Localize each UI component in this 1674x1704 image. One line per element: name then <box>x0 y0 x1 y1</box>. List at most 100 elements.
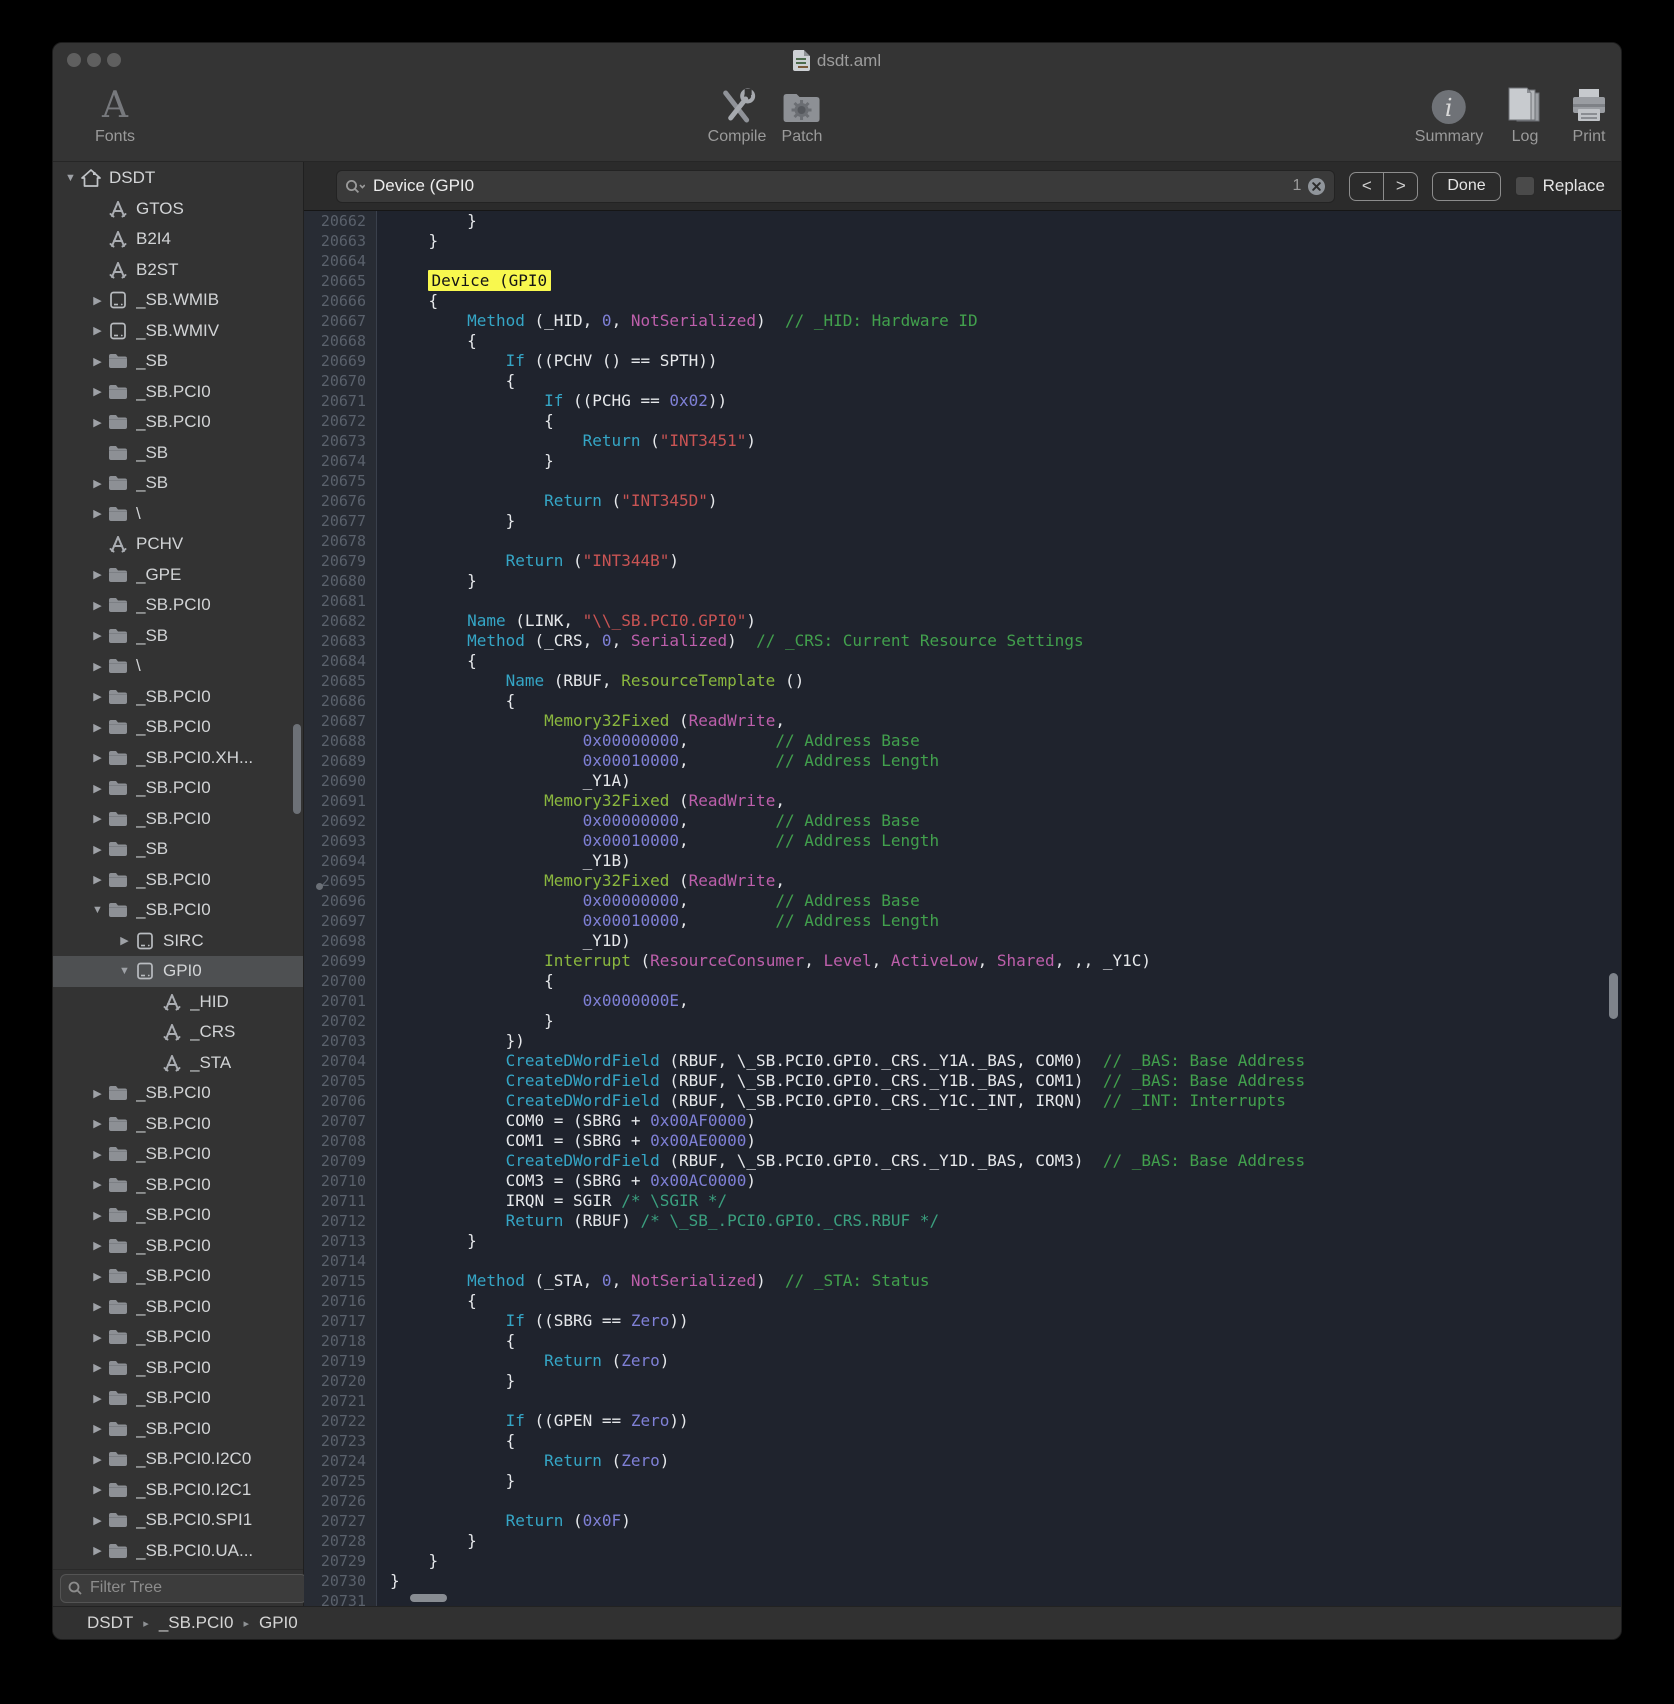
tree-item-_sb-pci0[interactable]: ▶_SB.PCI0 <box>53 1292 303 1323</box>
disclosure-triangle-icon[interactable]: ▶ <box>88 1209 107 1222</box>
code-line[interactable]: 20705 CreateDWordField (RBUF, \_SB.PCI0.… <box>304 1071 1621 1091</box>
code-line[interactable]: 20704 CreateDWordField (RBUF, \_SB.PCI0.… <box>304 1051 1621 1071</box>
fonts-button[interactable]: A Fonts <box>95 85 135 146</box>
disclosure-triangle-icon[interactable]: ▶ <box>88 599 107 612</box>
editor-vertical-scrollbar[interactable] <box>1609 973 1618 1019</box>
code-line[interactable]: 20664 <box>304 251 1621 271</box>
code-line[interactable]: 20722 If ((GPEN == Zero)) <box>304 1411 1621 1431</box>
code-line[interactable]: 20706 CreateDWordField (RBUF, \_SB.PCI0.… <box>304 1091 1621 1111</box>
tree-item-_sb-wmib[interactable]: ▶_SB.WMIB <box>53 285 303 316</box>
breadcrumb-item-_sb-pci0[interactable]: _SB.PCI0 <box>159 1613 234 1633</box>
disclosure-triangle-icon[interactable]: ▶ <box>88 1331 107 1344</box>
code-line[interactable]: 20707 COM0 = (SBRG + 0x00AF0000) <box>304 1111 1621 1131</box>
disclosure-triangle-icon[interactable]: ▶ <box>88 812 107 825</box>
code-line[interactable]: 20667 Method (_HID, 0, NotSerialized) //… <box>304 311 1621 331</box>
code-line[interactable]: 20686 { <box>304 691 1621 711</box>
find-previous-button[interactable]: < <box>1350 173 1384 200</box>
disclosure-triangle-icon[interactable]: ▶ <box>88 1300 107 1313</box>
code-line[interactable]: 20716 { <box>304 1291 1621 1311</box>
tree-item-gpi0[interactable]: ▼GPI0 <box>53 956 303 987</box>
tree-item-_sb-pci0[interactable]: ▶_SB.PCI0 <box>53 1200 303 1231</box>
tree-item-_sb-pci0[interactable]: ▶_SB.PCI0 <box>53 682 303 713</box>
disclosure-triangle-icon[interactable]: ▶ <box>88 385 107 398</box>
tree-item-_sb-pci0[interactable]: ▶_SB.PCI0 <box>53 1078 303 1109</box>
code-line[interactable]: 20663 } <box>304 231 1621 251</box>
tree-item-b2i4[interactable]: B2I4 <box>53 224 303 255</box>
patch-button[interactable]: Patch <box>782 85 823 146</box>
tree-item-_sb-pci0[interactable]: ▶_SB.PCI0 <box>53 865 303 896</box>
tree-item-_sb[interactable]: _SB <box>53 438 303 469</box>
tree-item-_sb-pci0[interactable]: ▼_SB.PCI0 <box>53 895 303 926</box>
tree-item-_sb-pci0[interactable]: ▶_SB.PCI0 <box>53 712 303 743</box>
tree-item-_sb-pci0-i2c1[interactable]: ▶_SB.PCI0.I2C1 <box>53 1475 303 1506</box>
code-line[interactable]: 20692 0x00000000, // Address Base <box>304 811 1621 831</box>
code-line[interactable]: 20662 } <box>304 211 1621 231</box>
code-line[interactable]: 20684 { <box>304 651 1621 671</box>
tree-item-_sb-pci0[interactable]: ▶_SB.PCI0 <box>53 1261 303 1292</box>
code-line[interactable]: 20727 Return (0x0F) <box>304 1511 1621 1531</box>
tree-item-_sb[interactable]: ▶_SB <box>53 468 303 499</box>
disclosure-triangle-icon[interactable]: ▶ <box>88 1422 107 1435</box>
code-line[interactable]: 20693 0x00010000, // Address Length <box>304 831 1621 851</box>
disclosure-triangle-icon[interactable]: ▶ <box>88 782 107 795</box>
code-line[interactable]: 20719 Return (Zero) <box>304 1351 1621 1371</box>
clear-search-icon[interactable] <box>1307 177 1326 196</box>
print-button[interactable]: Print <box>1569 85 1609 146</box>
disclosure-triangle-icon[interactable]: ▶ <box>88 1483 107 1496</box>
code-line[interactable]: 20674 } <box>304 451 1621 471</box>
disclosure-triangle-icon[interactable]: ▼ <box>61 172 80 184</box>
disclosure-triangle-icon[interactable]: ▶ <box>88 1544 107 1557</box>
disclosure-triangle-icon[interactable]: ▶ <box>88 1453 107 1466</box>
code-line[interactable]: 20700 { <box>304 971 1621 991</box>
tree-item-_sb-pci0-xh[interactable]: ▶_SB.PCI0.XH... <box>53 743 303 774</box>
disclosure-triangle-icon[interactable]: ▶ <box>88 629 107 642</box>
tree-item-_sb-pci0[interactable]: ▶_SB.PCI0 <box>53 407 303 438</box>
tree-item-_sb-pci0[interactable]: ▶_SB.PCI0 <box>53 804 303 835</box>
code-line[interactable]: 20679 Return ("INT344B") <box>304 551 1621 571</box>
code-line[interactable]: 20690 _Y1A) <box>304 771 1621 791</box>
disclosure-triangle-icon[interactable]: ▶ <box>88 568 107 581</box>
code-line[interactable]: 20717 If ((SBRG == Zero)) <box>304 1311 1621 1331</box>
code-line[interactable]: 20668 { <box>304 331 1621 351</box>
disclosure-triangle-icon[interactable]: ▶ <box>88 721 107 734</box>
code-line[interactable]: 20708 COM1 = (SBRG + 0x00AE0000) <box>304 1131 1621 1151</box>
disclosure-triangle-icon[interactable]: ▶ <box>88 843 107 856</box>
tree-item-sirc[interactable]: ▶SIRC <box>53 926 303 957</box>
tree-item-_sb-pci0[interactable]: ▶_SB.PCI0 <box>53 1414 303 1445</box>
tree-item-_sb[interactable]: ▶_SB <box>53 621 303 652</box>
disclosure-triangle-icon[interactable]: ▶ <box>88 1239 107 1252</box>
tree-item-pchv[interactable]: PCHV <box>53 529 303 560</box>
code-line[interactable]: 20676 Return ("INT345D") <box>304 491 1621 511</box>
disclosure-triangle-icon[interactable]: ▼ <box>88 904 107 916</box>
code-line[interactable]: 20683 Method (_CRS, 0, Serialized) // _C… <box>304 631 1621 651</box>
tree-item-_sb-pci0[interactable]: ▶_SB.PCI0 <box>53 1322 303 1353</box>
disclosure-triangle-icon[interactable]: ▶ <box>88 660 107 673</box>
find-next-button[interactable]: > <box>1384 173 1417 200</box>
tree-item-_sb-pci0-i2c0[interactable]: ▶_SB.PCI0.I2C0 <box>53 1444 303 1475</box>
code-line[interactable]: 20681 <box>304 591 1621 611</box>
tree-item-_sb[interactable]: ▶_SB <box>53 346 303 377</box>
tree-item-gtos[interactable]: GTOS <box>53 194 303 225</box>
disclosure-triangle-icon[interactable]: ▶ <box>88 873 107 886</box>
tree-item-_sb[interactable]: ▶_SB <box>53 834 303 865</box>
tree-item-_sb-pci0[interactable]: ▶_SB.PCI0 <box>53 1170 303 1201</box>
code-line[interactable]: 20721 <box>304 1391 1621 1411</box>
code-line[interactable]: 20709 CreateDWordField (RBUF, \_SB.PCI0.… <box>304 1151 1621 1171</box>
disclosure-triangle-icon[interactable]: ▶ <box>88 690 107 703</box>
code-line[interactable]: 20731 <box>304 1591 1621 1606</box>
disclosure-triangle-icon[interactable]: ▶ <box>88 1270 107 1283</box>
tree-item-b2st[interactable]: B2ST <box>53 255 303 286</box>
tree-item-_sb-pci0[interactable]: ▶_SB.PCI0 <box>53 1139 303 1170</box>
code-line[interactable]: 20680 } <box>304 571 1621 591</box>
code-line[interactable]: 20712 Return (RBUF) /* \_SB_.PCI0.GPI0._… <box>304 1211 1621 1231</box>
code-line[interactable]: 20730} <box>304 1571 1621 1591</box>
tree-item-[interactable]: ▶\ <box>53 499 303 530</box>
code-line[interactable]: 20728 } <box>304 1531 1621 1551</box>
code-line[interactable]: 20729 } <box>304 1551 1621 1571</box>
tree-item-_sb-pci0-spi1[interactable]: ▶_SB.PCI0.SPI1 <box>53 1505 303 1536</box>
tree-item-_sb-pci0[interactable]: ▶_SB.PCI0 <box>53 590 303 621</box>
disclosure-triangle-icon[interactable]: ▶ <box>88 1087 107 1100</box>
disclosure-triangle-icon[interactable]: ▶ <box>88 1361 107 1374</box>
code-line[interactable]: 20669 If ((PCHV () == SPTH)) <box>304 351 1621 371</box>
breadcrumb-item-dsdt[interactable]: DSDT <box>87 1613 133 1633</box>
